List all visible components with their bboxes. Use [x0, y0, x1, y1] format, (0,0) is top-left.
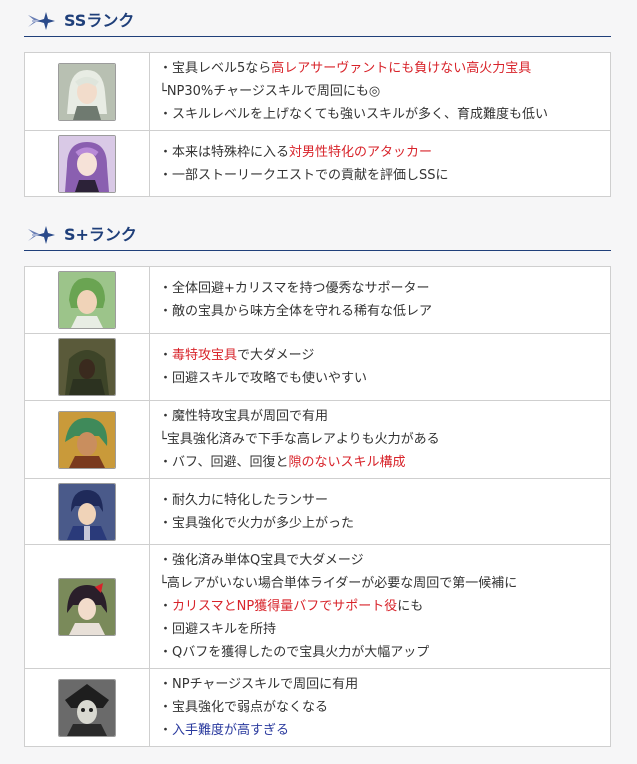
- desc-line: └高レアがいない場合単体ライダーが必要な周回で第一候補に: [159, 576, 518, 591]
- table-row: ・NPチャージスキルで周回に有用 ・宝具強化で弱点がなくなる ・入手難度が高すぎ…: [24, 668, 611, 747]
- s-plus-rank-header: S+ランク: [24, 222, 611, 251]
- desc-line: ・耐久力に特化したランサー: [159, 492, 329, 508]
- description-cell: ・全体回避+カリスマを持つ優秀なサポーター ・敵の宝具から味方全体を守れる稀有な…: [149, 266, 611, 334]
- avatar-cell: [24, 333, 150, 401]
- desc-line: ・本来は特殊枠に入る対男性特化のアタッカー: [159, 144, 433, 160]
- description-cell: ・NPチャージスキルで周回に有用 ・宝具強化で弱点がなくなる ・入手難度が高すぎ…: [149, 668, 611, 747]
- s-plus-rank-title: S+ランク: [64, 225, 137, 244]
- desc-line: ・バフ、回避、回復と隙のないスキル構成: [159, 455, 406, 470]
- description-cell: ・本来は特殊枠に入る対男性特化のアタッカー ・一部ストーリークエストでの貢献を評…: [149, 130, 611, 197]
- desc-line: ・一部ストーリークエストでの貢献を評価しSSに: [159, 167, 449, 183]
- avatar-cell: [24, 266, 150, 334]
- servant-portrait-blue-lancer[interactable]: [58, 482, 116, 541]
- table-row: ・全体回避+カリスマを持つ優秀なサポーター ・敵の宝具から味方全体を守れる稀有な…: [24, 266, 611, 334]
- servant-portrait-hooded-archer[interactable]: [58, 338, 116, 396]
- servant-portrait-masked-assassin[interactable]: [58, 678, 116, 737]
- servant-portrait-green-haired-warrior[interactable]: [58, 410, 116, 469]
- avatar-cell: [24, 544, 150, 669]
- desc-line: ・スキルレベルを上げなくても強いスキルが多く、育成難度も低い: [159, 107, 548, 122]
- desc-line: ・強化済み単体Q宝具で大ダメージ: [159, 553, 364, 568]
- avatar-cell: [24, 400, 150, 479]
- desc-line: ・回避スキルで攻略でも使いやすい: [159, 371, 368, 386]
- description-cell: ・耐久力に特化したランサー ・宝具強化で火力が多少上がった: [149, 478, 611, 545]
- table-row: ・魔性特攻宝具が周回で有用 └宝具強化済みで下手な高レアよりも火力がある ・バフ…: [24, 400, 611, 479]
- desc-line: └宝具強化済みで下手な高レアよりも火力がある: [159, 432, 440, 447]
- table-row: ・本来は特殊枠に入る対男性特化のアタッカー ・一部ストーリークエストでの貢献を評…: [24, 130, 611, 197]
- avatar-cell: [24, 130, 150, 197]
- desc-line: ・NPチャージスキルで周回に有用: [159, 677, 359, 692]
- servant-portrait-purple-haired[interactable]: [58, 134, 116, 193]
- desc-line: ・宝具強化で火力が多少上がった: [159, 515, 355, 531]
- desc-line: ・宝具強化で弱点がなくなる: [159, 700, 329, 715]
- description-cell: ・毒特攻宝具で大ダメージ ・回避スキルで攻略でも使いやすい: [149, 333, 611, 401]
- table-row: ・宝具レベル5なら高レアサーヴァントにも負けない高火力宝具 └NP30%チャージ…: [24, 52, 611, 131]
- avatar-cell: [24, 478, 150, 545]
- ss-rank-title: SSランク: [64, 11, 135, 30]
- table-row: ・耐久力に特化したランサー ・宝具強化で火力が多少上がった: [24, 478, 611, 545]
- description-cell: ・魔性特攻宝具が周回で有用 └宝具強化済みで下手な高レアよりも火力がある ・バフ…: [149, 400, 611, 479]
- s-plus-rank-table: ・全体回避+カリスマを持つ優秀なサポーター ・敵の宝具から味方全体を守れる稀有な…: [24, 266, 611, 747]
- desc-line: ・魔性特攻宝具が周回で有用: [159, 409, 329, 424]
- desc-line: └NP30%チャージスキルで周回にも◎: [159, 84, 381, 99]
- servant-portrait-white-haired[interactable]: [58, 62, 116, 121]
- description-cell: ・強化済み単体Q宝具で大ダメージ └高レアがいない場合単体ライダーが必要な周回で…: [149, 544, 611, 669]
- desc-line: ・カリスマとNP獲得量バフでサポート役にも: [159, 599, 424, 614]
- table-row: ・強化済み単体Q宝具で大ダメージ └高レアがいない場合単体ライダーが必要な周回で…: [24, 544, 611, 669]
- avatar-cell: [24, 52, 150, 131]
- servant-portrait-green-haired[interactable]: [58, 271, 116, 329]
- desc-line: ・宝具レベル5なら高レアサーヴァントにも負けない高火力宝具: [159, 61, 532, 76]
- description-cell: ・宝具レベル5なら高レアサーヴァントにも負けない高火力宝具 └NP30%チャージ…: [149, 52, 611, 131]
- servant-portrait-dark-haired-rider[interactable]: [58, 577, 116, 636]
- avatar-cell: [24, 668, 150, 747]
- ss-rank-table: ・宝具レベル5なら高レアサーヴァントにも負けない高火力宝具 └NP30%チャージ…: [24, 52, 611, 197]
- sparkle-emblem-icon: [28, 226, 55, 244]
- desc-line: ・全体回避+カリスマを持つ優秀なサポーター: [159, 281, 430, 296]
- sparkle-emblem-icon: [28, 12, 55, 30]
- desc-line: ・回避スキルを所持: [159, 622, 277, 637]
- desc-line: ・入手難度が高すぎる: [159, 723, 290, 738]
- desc-line: ・敵の宝具から味方全体を守れる稀有な低レア: [159, 304, 433, 319]
- desc-line: ・Qバフを獲得したので宝具火力が大幅アップ: [159, 645, 430, 660]
- desc-line: ・毒特攻宝具で大ダメージ: [159, 348, 315, 363]
- table-row: ・毒特攻宝具で大ダメージ ・回避スキルで攻略でも使いやすい: [24, 333, 611, 401]
- ss-rank-header: SSランク: [24, 8, 611, 37]
